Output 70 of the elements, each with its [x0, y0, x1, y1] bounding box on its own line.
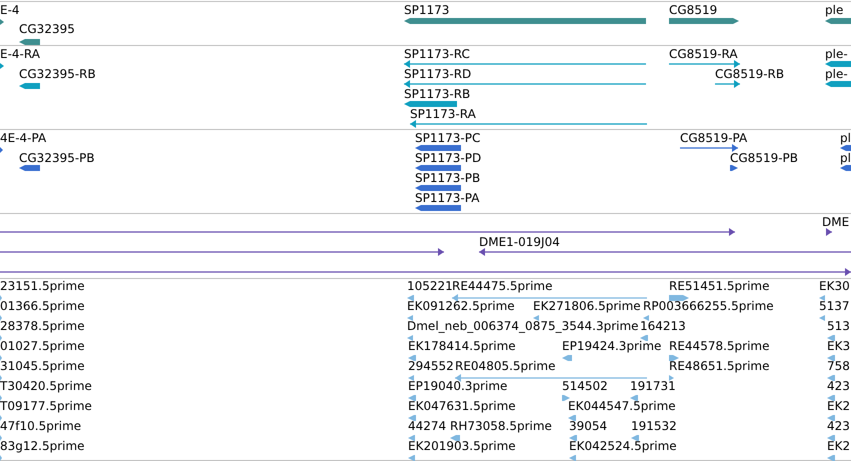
feature-label: EK2	[827, 399, 850, 413]
feature-label: 39054	[569, 419, 608, 433]
feature-label: EP19040.3prime	[408, 379, 508, 393]
feature-label: T30420.5prime	[0, 379, 92, 393]
feature-label: 23151.5prime	[0, 279, 85, 293]
feature-label: EK3	[827, 339, 850, 353]
feature-label: 164213	[640, 319, 686, 333]
feature-label: CG8519-RB	[715, 67, 784, 81]
feature-label: 423	[827, 419, 850, 433]
feature-label: DME	[822, 215, 850, 229]
feature-label: 758	[827, 359, 850, 373]
feature-label: SP1173-RC	[404, 47, 470, 61]
feature-label: 105221	[407, 279, 453, 293]
feature-label: 83g12.5prime	[0, 439, 85, 453]
feature-label: 513	[827, 319, 850, 333]
feature-label: RE48651.5prime	[669, 359, 770, 373]
feature-label: RH73058.5prime	[450, 419, 552, 433]
feature-label: EK271806.5prime	[533, 299, 641, 313]
feature-label: 191731	[630, 379, 676, 393]
feature-label: SP1173-RB	[404, 87, 470, 101]
feature-label: EK201903.5prime	[408, 439, 516, 453]
feature-label: EP19424.3prime	[562, 339, 662, 353]
feature-label: 44274	[408, 419, 446, 433]
feature-label: SP1173-PC	[415, 131, 480, 145]
feature-label: 5137	[819, 299, 850, 313]
feature-label: E-4	[0, 3, 20, 17]
feature-label: 47f10.5prime	[0, 419, 82, 433]
feature-label: 294552	[408, 359, 454, 373]
feature-label: EK042524.5prime	[569, 439, 677, 453]
feature-label: SP1173-RA	[410, 107, 476, 121]
feature-label: CG32395-RB	[19, 67, 96, 81]
feature-label: 31045.5prime	[0, 359, 85, 373]
feature-label: T09177.5prime	[0, 399, 92, 413]
feature-label: SP1173	[404, 3, 450, 17]
feature-label: CG8519-RA	[669, 47, 738, 61]
feature-label: EK091262.5prime	[407, 299, 515, 313]
feature-label: EK047631.5prime	[408, 399, 516, 413]
feature-label: SP1173-PA	[415, 191, 480, 205]
feature-label: SP1173-PD	[415, 151, 482, 165]
feature-label: ple-	[825, 67, 848, 81]
feature-label: pl	[840, 151, 851, 165]
feature-label: CG32395	[19, 22, 75, 36]
feature-label: RE51451.5prime	[669, 279, 770, 293]
feature-label: CG32395-PB	[19, 151, 95, 165]
feature-label: EK2	[827, 439, 850, 453]
feature-label: DME1-019J04	[479, 235, 560, 249]
feature-label: 28378.5prime	[0, 319, 85, 333]
feature-label: CG8519-PA	[680, 131, 748, 145]
feature-label: CG8519-PB	[730, 151, 798, 165]
feature-label: 191532	[631, 419, 677, 433]
feature-label: SP1173-RD	[404, 67, 472, 81]
feature-label: 01366.5prime	[0, 299, 85, 313]
feature-label: ple	[825, 3, 844, 17]
feature-label: Dmel_neb_006374_0875_3544.3prime	[407, 319, 639, 333]
feature-label: SP1173-PB	[415, 171, 480, 185]
feature-label: CG8519	[669, 3, 718, 17]
feature-label: EK178414.5prime	[408, 339, 516, 353]
feature-label: RE04805.5prime	[455, 359, 556, 373]
feature-label: RE44475.5prime	[452, 279, 552, 293]
feature-label: 423	[827, 379, 850, 393]
feature-label: EK30	[819, 279, 850, 293]
feature-label: 4E-4-PA	[0, 131, 46, 145]
feature-label: EK044547.5prime	[568, 399, 676, 413]
feature-label: 01027.5prime	[0, 339, 85, 353]
feature-label: ple-	[825, 47, 848, 61]
feature-label: RE44578.5prime	[669, 339, 770, 353]
feature-label: pl	[840, 131, 851, 145]
feature-label: E-4-RA	[0, 47, 40, 61]
feature-label: RP003666255.5prime	[643, 299, 774, 313]
feature-label: 514502	[562, 379, 608, 393]
